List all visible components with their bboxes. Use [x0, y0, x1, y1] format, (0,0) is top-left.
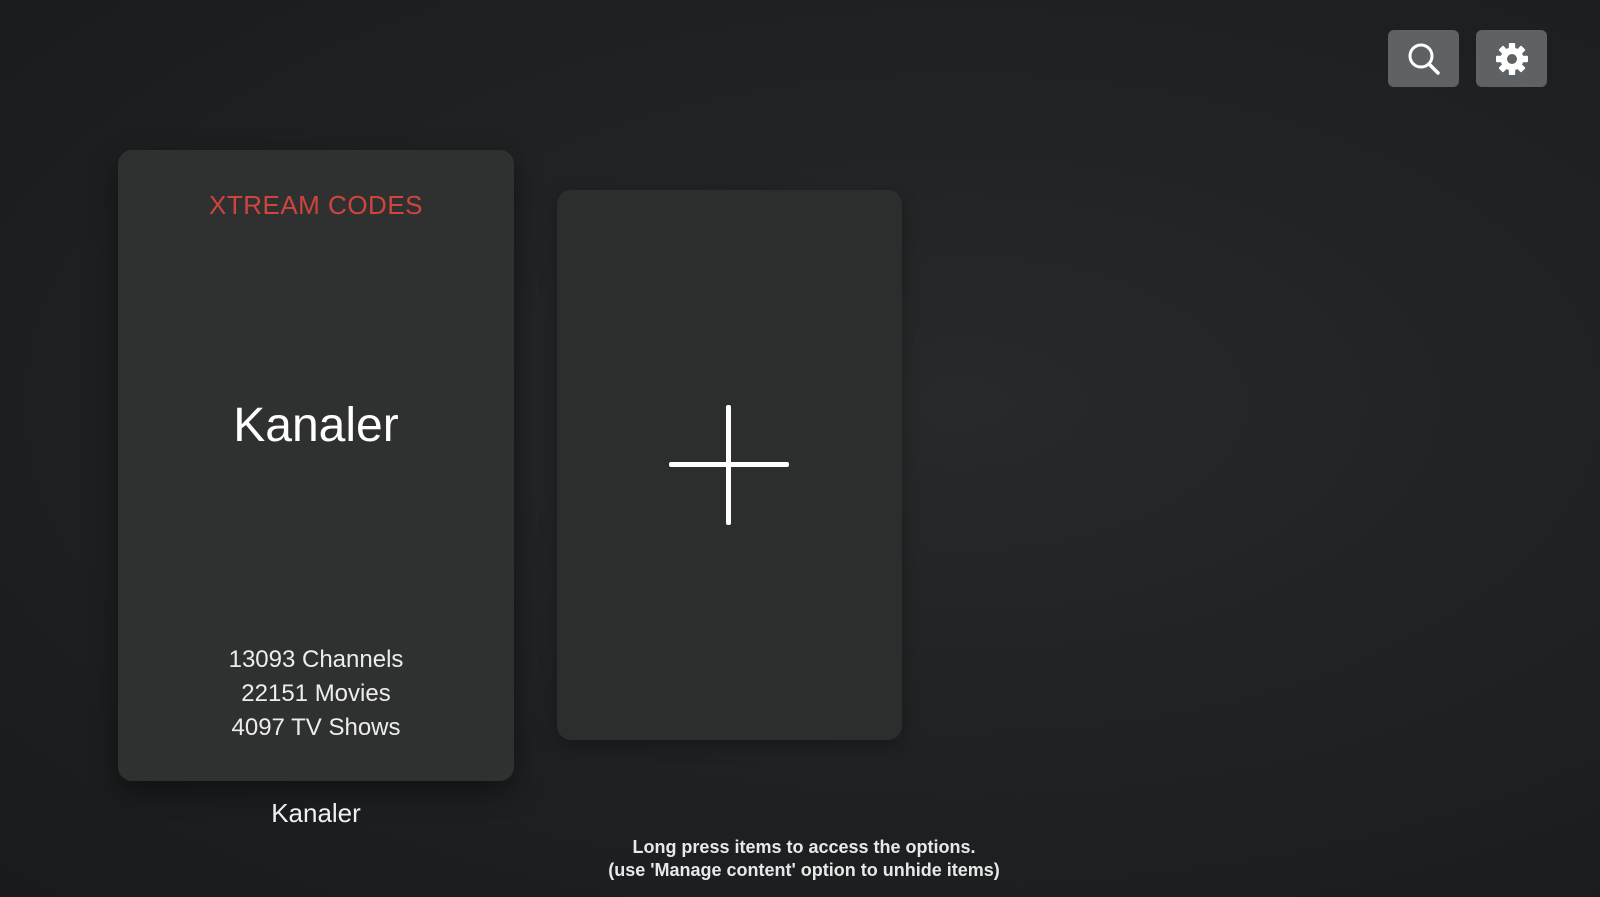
playlist-caption: Kanaler — [271, 798, 361, 828]
search-button[interactable] — [1388, 30, 1459, 87]
search-icon — [1407, 42, 1441, 76]
channels-count: 13093 Channels — [228, 646, 404, 673]
movies-count: 22151 Movies — [241, 680, 391, 707]
hint-line-1: Long press items to access the options. — [632, 837, 976, 857]
hint-line-2: (use 'Manage content' option to unhide i… — [608, 860, 1000, 880]
playlist-stats: 13093 Channels 22151 Movies 4097 TV Show… — [118, 643, 514, 745]
provider-label: XTREAM CODES — [208, 190, 424, 220]
plus-icon — [669, 405, 789, 525]
gear-icon — [1494, 41, 1530, 77]
help-hint: Long press items to access the options. … — [480, 836, 1128, 882]
settings-button[interactable] — [1476, 30, 1547, 87]
tv-shows-count: 4097 TV Shows — [231, 714, 401, 741]
playlist-title: Kanaler — [233, 399, 399, 452]
